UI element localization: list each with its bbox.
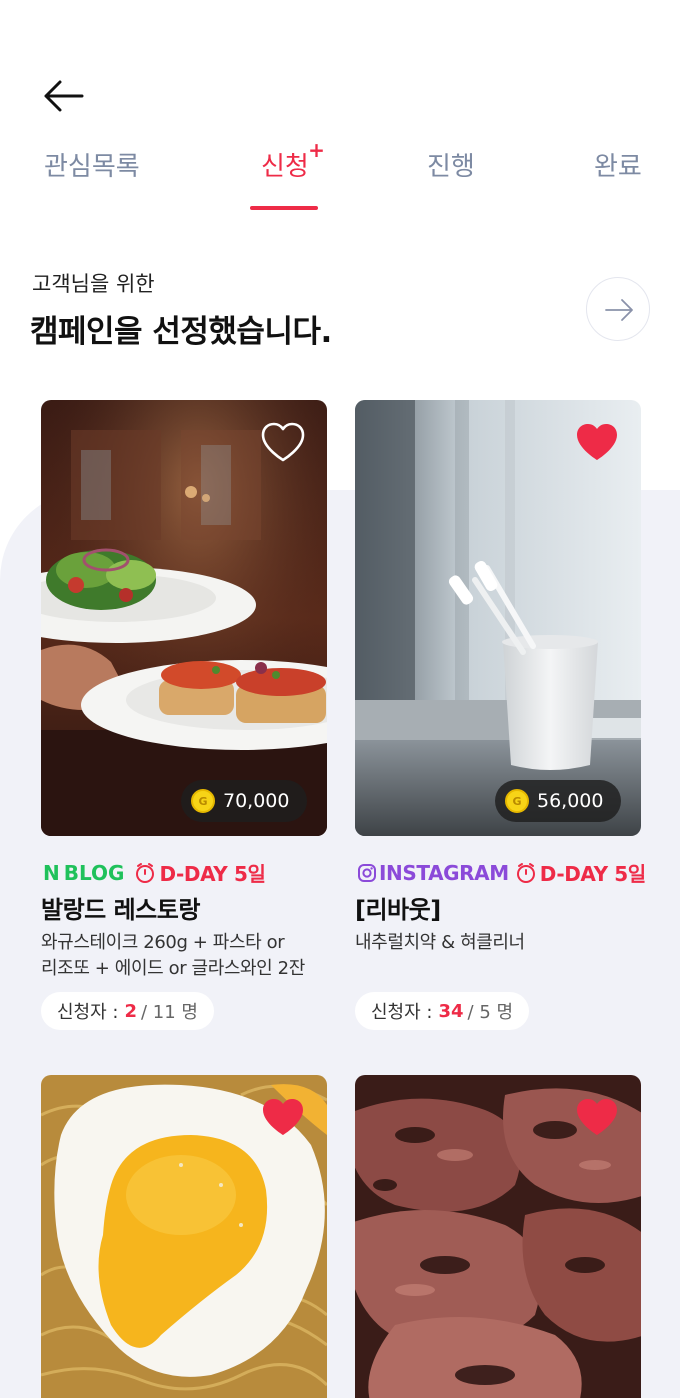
arrow-right-icon xyxy=(605,299,633,321)
section-subtitle: 고객님을 위한 xyxy=(32,272,155,296)
campaign-card[interactable]: G 70,000 N BLOG D-DAY 5일 발랑드 레스토랑 와규스테이크… xyxy=(41,400,341,1040)
campaign-card[interactable] xyxy=(355,1075,655,1398)
like-button[interactable] xyxy=(573,420,621,464)
tab-favorites[interactable]: 관심목록 xyxy=(44,146,140,183)
next-button[interactable] xyxy=(586,277,650,341)
like-button[interactable] xyxy=(259,420,307,464)
applicants-badge: 신청자 : 2 / 11 명 xyxy=(41,992,214,1030)
applicants-total: / 5 명 xyxy=(467,1002,514,1023)
reward-badge: G 70,000 xyxy=(181,780,308,822)
heart-filled-icon xyxy=(577,1099,617,1135)
campaign-description: 내추럴치약 & 혀클리너 xyxy=(355,932,525,953)
section-title: 캠페인을 선정했습니다. xyxy=(30,314,332,350)
channel-label: INSTAGRAM xyxy=(357,861,509,885)
dday-label: D-DAY 5일 xyxy=(134,858,266,887)
campaign-card[interactable]: G 56,000 INSTAGRAM D-DAY 5일 [리바웃] 내추럴치약 … xyxy=(355,400,655,1040)
coin-icon: G xyxy=(505,789,529,813)
like-button[interactable] xyxy=(573,1095,621,1139)
applicants-current: 2 xyxy=(124,1000,137,1022)
alarm-clock-icon xyxy=(516,862,535,883)
campaign-title: [리바웃] xyxy=(355,896,441,924)
alarm-clock-icon xyxy=(136,862,155,883)
coin-icon: G xyxy=(191,789,215,813)
dday-label: D-DAY 5일 xyxy=(515,858,646,887)
campaign-meta: INSTAGRAM D-DAY 5일 xyxy=(357,858,646,887)
active-tab-indicator xyxy=(250,206,318,210)
heart-filled-icon xyxy=(577,424,617,460)
heart-outline-icon xyxy=(261,422,305,462)
applicants-current: 34 xyxy=(438,1000,464,1022)
reward-amount: 56,000 xyxy=(537,790,604,812)
reward-badge: G 56,000 xyxy=(495,780,622,822)
salad-plate-photo xyxy=(41,400,327,836)
new-badge: + xyxy=(308,138,325,162)
channel-label: N BLOG xyxy=(43,860,125,885)
campaign-card[interactable] xyxy=(41,1075,341,1398)
applicants-total: / 11 명 xyxy=(141,1002,198,1023)
applicants-badge: 신청자 : 34 / 5 명 xyxy=(355,992,530,1030)
like-button[interactable] xyxy=(259,1095,307,1139)
campaign-title: 발랑드 레스토랑 xyxy=(41,896,200,924)
tab-apply[interactable]: 신청 + xyxy=(261,138,325,183)
tab-in-progress[interactable]: 진행 xyxy=(427,146,475,183)
campaign-image[interactable] xyxy=(41,1075,327,1398)
campaign-meta: N BLOG D-DAY 5일 xyxy=(43,858,266,887)
reward-amount: 70,000 xyxy=(223,790,290,812)
back-button[interactable] xyxy=(40,74,88,118)
instagram-icon xyxy=(358,863,376,882)
toothbrush-cup-photo xyxy=(355,400,641,836)
naver-n-icon: N xyxy=(43,860,60,885)
tab-bar: 관심목록 신청 + 진행 완료 xyxy=(0,138,680,212)
arrow-left-icon xyxy=(44,80,84,112)
tab-completed[interactable]: 완료 xyxy=(594,146,642,183)
campaign-image[interactable]: G 56,000 xyxy=(355,400,641,836)
campaign-description: 와규스테이크 260g + 파스타 or 리조또 + 에이드 or 글라스와인 … xyxy=(41,932,305,979)
campaign-image[interactable]: G 70,000 xyxy=(41,400,327,836)
heart-filled-icon xyxy=(263,1099,303,1135)
campaign-image[interactable] xyxy=(355,1075,641,1398)
